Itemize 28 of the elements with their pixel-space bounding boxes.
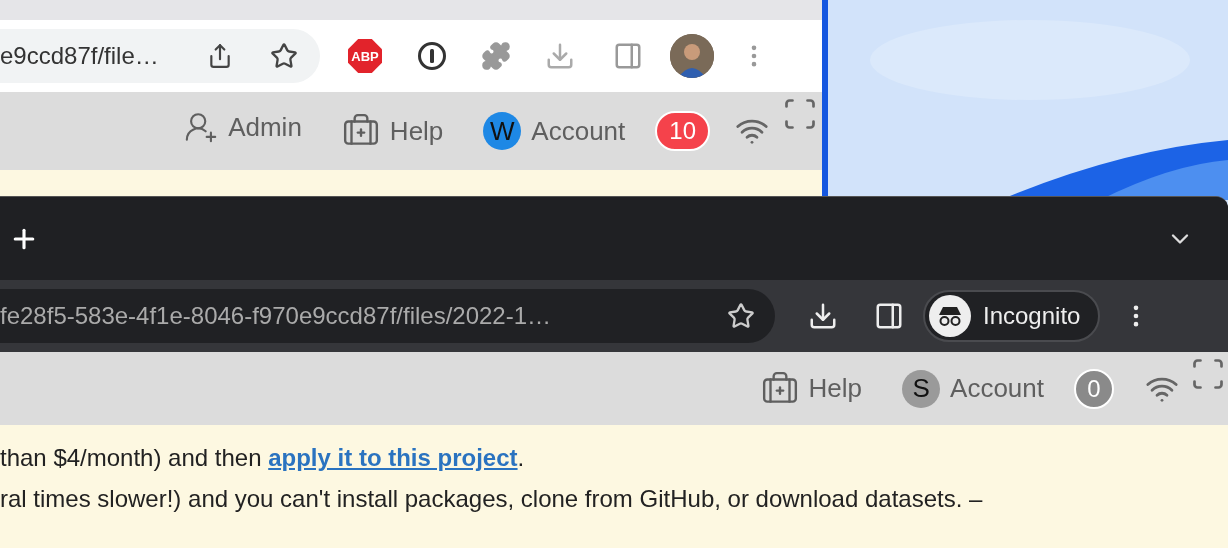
profile-avatar[interactable] [670, 34, 714, 78]
account-link[interactable]: S Account [902, 369, 1044, 408]
fullscreen-icon[interactable] [782, 96, 818, 132]
keyhole-extension-icon[interactable] [417, 41, 447, 71]
notification-count[interactable]: 0 [1074, 368, 1114, 409]
apply-link[interactable]: apply it to this project [268, 444, 518, 471]
help-link[interactable]: Help [341, 112, 444, 150]
incognito-profile-button[interactable]: Incognito [923, 290, 1101, 342]
notification-count[interactable]: 10 [655, 111, 710, 151]
notice-text: than $4/month) and then apply it to this project. [0, 443, 526, 473]
account-avatar: S [902, 369, 941, 408]
bookmark-star-icon[interactable] [270, 42, 298, 70]
side-panel-icon[interactable] [874, 301, 904, 331]
account-avatar: W [483, 112, 522, 150]
user-add-icon [184, 110, 219, 144]
share-icon[interactable] [207, 43, 233, 69]
account-link[interactable]: W Account [483, 112, 626, 150]
address-bar[interactable]: e9ccd87f/file… [0, 29, 320, 83]
extensions-icon[interactable] [481, 41, 511, 71]
notice-text: ral times slower!) and you can't install packages, clone from GitHub, or download datasets. – [0, 484, 984, 514]
adblock-extension[interactable]: ABP [348, 39, 382, 73]
fullscreen-icon[interactable] [1190, 356, 1226, 392]
help-link[interactable]: Help [760, 369, 863, 408]
admin-link[interactable]: Admin [184, 110, 302, 144]
address-bar[interactable]: fe28f5-583e-4f1e-8046-f970e9ccd87f/files/2022-1… [0, 289, 775, 343]
download-icon[interactable] [808, 301, 838, 331]
bookmark-star-icon[interactable] [727, 302, 755, 330]
incognito-icon [929, 295, 971, 337]
